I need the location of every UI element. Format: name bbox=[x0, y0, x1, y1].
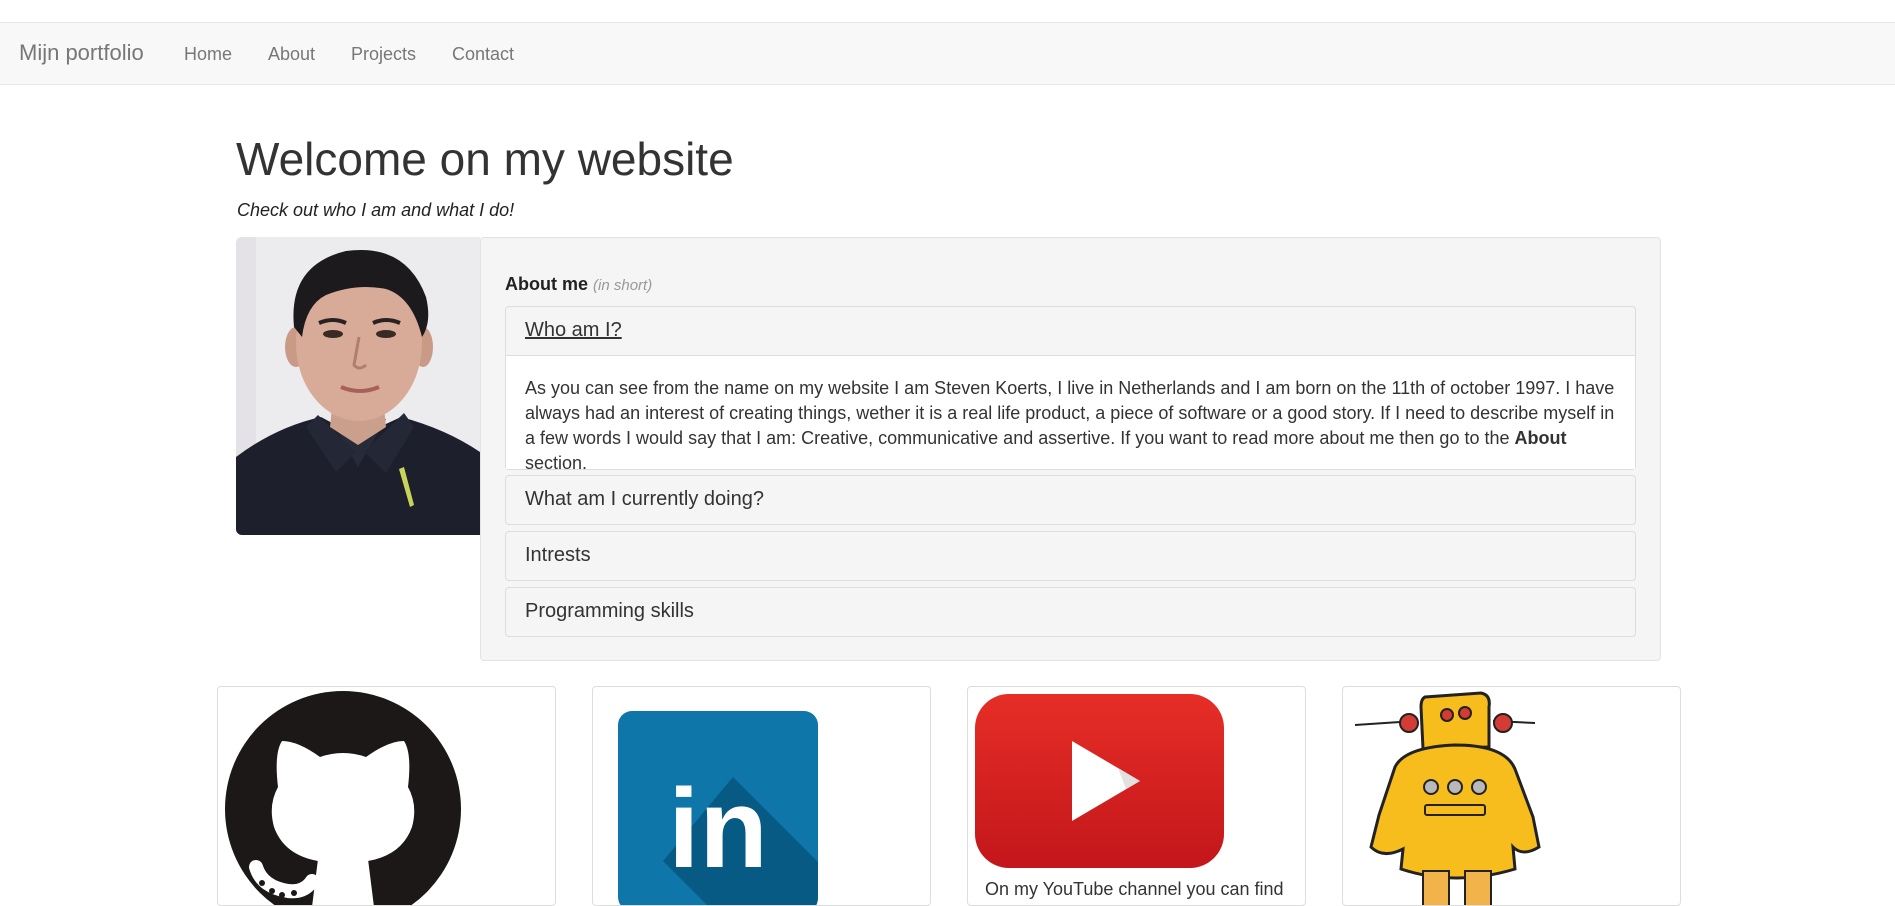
github-icon bbox=[225, 691, 461, 905]
accordion-header-interests[interactable]: Intrests bbox=[506, 532, 1635, 580]
nav-link-contact[interactable]: Contact bbox=[452, 44, 514, 65]
card-github[interactable] bbox=[217, 686, 556, 906]
profile-photo bbox=[236, 237, 480, 535]
profile-portrait-icon bbox=[236, 237, 480, 535]
accordion-header-who-am-i[interactable]: Who am I? bbox=[506, 307, 1635, 355]
about-heading-note: (in short) bbox=[593, 277, 653, 294]
youtube-icon bbox=[975, 694, 1224, 868]
accordion-item-current: What am I currently doing? bbox=[505, 475, 1636, 525]
accordion-header-programming[interactable]: Programming skills bbox=[506, 588, 1635, 636]
nav-link-home[interactable]: Home bbox=[184, 44, 232, 65]
page-title: Welcome on my website bbox=[236, 133, 734, 185]
accordion-item-who-am-i: Who am I? As you can see from the name o… bbox=[505, 306, 1636, 473]
about-heading-text: About me bbox=[505, 274, 588, 294]
accordion-item-interests: Intrests bbox=[505, 531, 1636, 581]
card-youtube[interactable]: On my YouTube channel you can find bbox=[967, 686, 1306, 906]
youtube-caption: On my YouTube channel you can find bbox=[985, 879, 1284, 899]
linkedin-icon: in bbox=[618, 711, 818, 905]
accordion-body-who-am-i: As you can see from the name on my websi… bbox=[506, 355, 1635, 473]
navbar: Mijn portfolio Home About Projects Conta… bbox=[0, 22, 1895, 85]
about-section-reference: About bbox=[1514, 428, 1567, 448]
nav-link-about[interactable]: About bbox=[268, 44, 315, 65]
card-robot[interactable] bbox=[1342, 686, 1681, 906]
about-text: As you can see from the name on my websi… bbox=[525, 378, 1615, 448]
card-linkedin[interactable]: in bbox=[592, 686, 931, 906]
about-panel: About me (in short) Who am I? As you can… bbox=[480, 237, 1661, 661]
about-text-end: section. bbox=[525, 453, 588, 473]
accordion-item-programming: Programming skills bbox=[505, 587, 1636, 637]
about-heading: About me (in short) bbox=[505, 274, 652, 295]
nav-link-projects[interactable]: Projects bbox=[351, 44, 416, 65]
linkedin-label: in bbox=[668, 766, 768, 891]
page-subtitle: Check out who I am and what I do! bbox=[237, 200, 515, 220]
robot-icon bbox=[1354, 691, 1541, 905]
navbar-brand[interactable]: Mijn portfolio bbox=[19, 40, 144, 66]
accordion-header-current[interactable]: What am I currently doing? bbox=[506, 476, 1635, 524]
